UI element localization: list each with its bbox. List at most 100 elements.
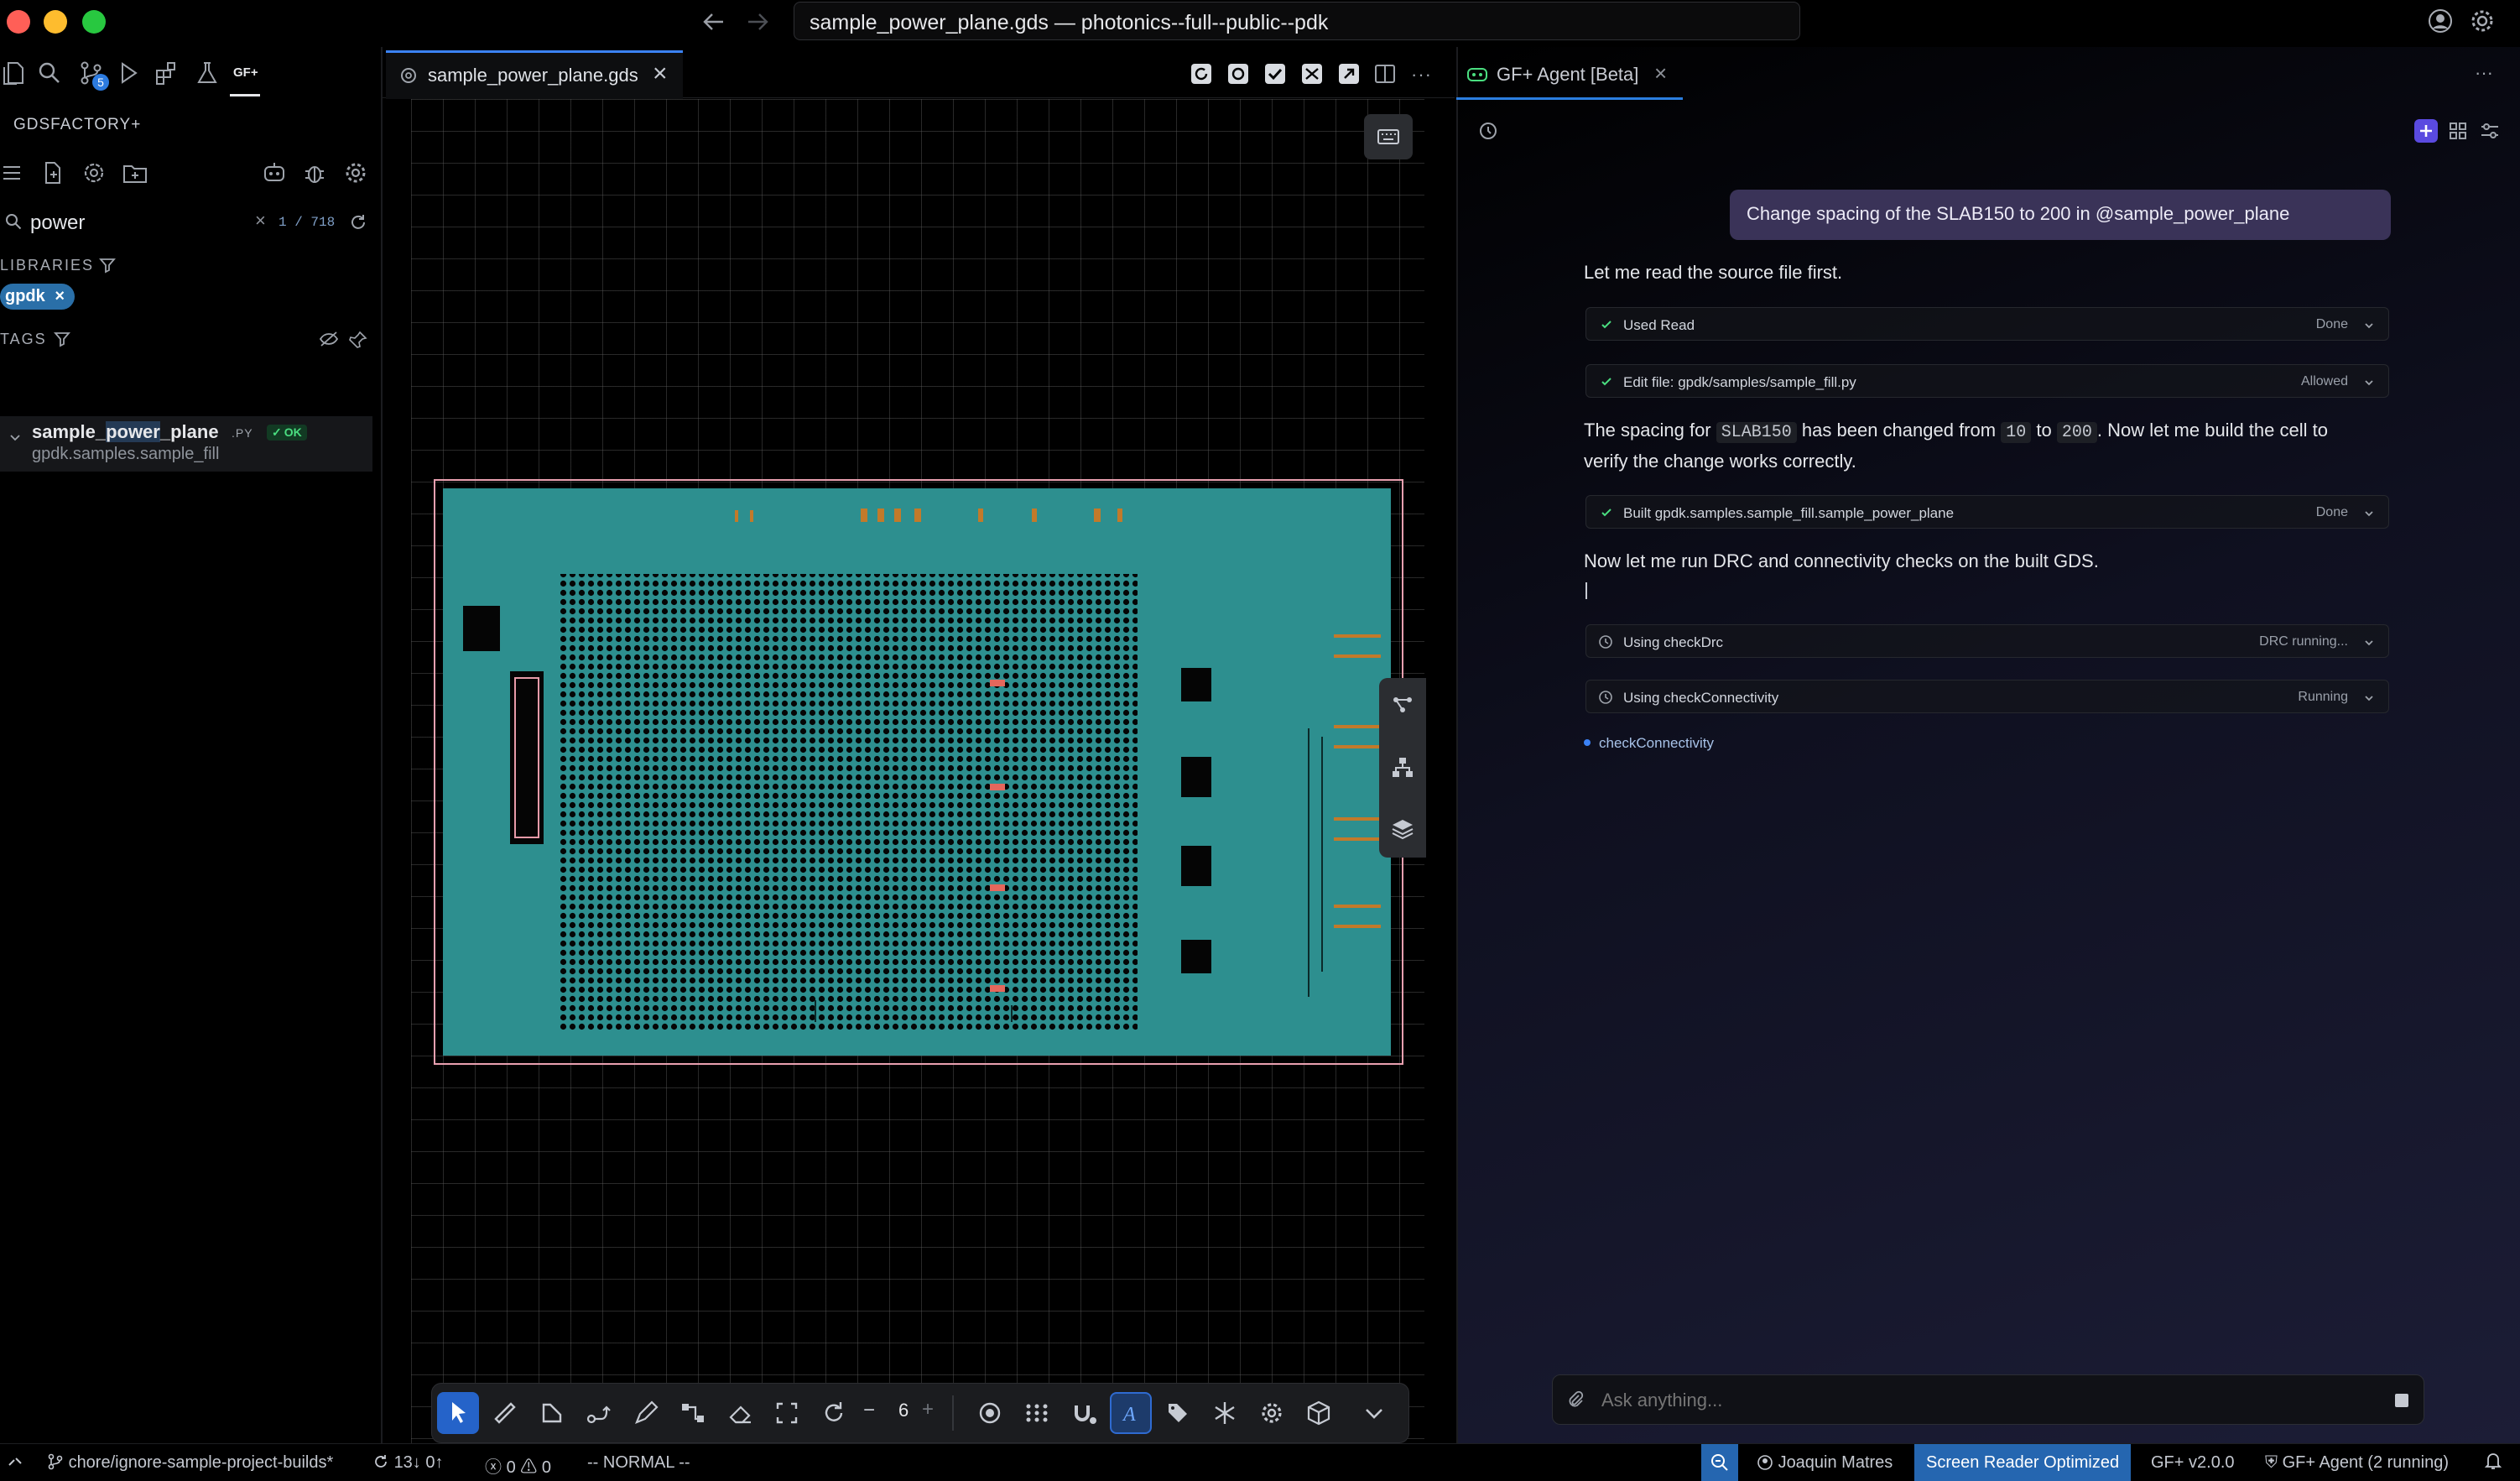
tree-item-sample-power-plane[interactable]: sample_power_plane .PY ✓ OK gpdk.samples.…: [0, 416, 372, 472]
layout-grid-icon[interactable]: [2448, 121, 2468, 141]
3d-view-button[interactable]: [1298, 1392, 1340, 1434]
run-debug-icon[interactable]: [117, 60, 144, 87]
tab-gf-agent[interactable]: GF+ Agent [Beta] ×: [1456, 50, 1683, 100]
layout-canvas[interactable]: [411, 99, 1424, 1443]
polygon-tool-button[interactable]: [531, 1392, 573, 1434]
component-module: gpdk.samples.sample_fill: [32, 445, 220, 463]
assistant-message-3: Now let me run DRC and connectivity chec…: [1584, 550, 2099, 571]
tool-call-build[interactable]: Built gpdk.samples.sample_fill.sample_po…: [1585, 495, 2389, 529]
agent-more-actions-icon[interactable]: ···: [2475, 62, 2493, 84]
run-checks-icon[interactable]: [1263, 62, 1287, 86]
extensions-icon[interactable]: [154, 60, 181, 87]
minimize-window-button[interactable]: [44, 10, 67, 34]
tab-label: sample_power_plane.gds: [428, 65, 638, 86]
tool-call-check-connectivity[interactable]: Using checkConnectivity Running: [1585, 680, 2389, 713]
rotate-button[interactable]: [813, 1392, 855, 1434]
agent-settings-sliders-icon[interactable]: [2480, 121, 2500, 141]
zoom-status-button[interactable]: [1701, 1444, 1738, 1481]
user-account-status[interactable]: Joaquin Matres: [1757, 1453, 1893, 1473]
back-arrow-icon[interactable]: [701, 10, 726, 34]
text-labels-toggle-button[interactable]: A: [1110, 1392, 1152, 1434]
agent-robot-icon[interactable]: [262, 161, 287, 185]
sync-status[interactable]: 13↓ 0↑: [372, 1453, 444, 1473]
chat-input[interactable]: [1600, 1387, 2358, 1414]
library-filter-pill[interactable]: gpdk ×: [0, 284, 75, 310]
new-chat-button[interactable]: [2414, 119, 2438, 143]
snowflake-button[interactable]: [1204, 1392, 1246, 1434]
tool-call-read[interactable]: Used Read Done: [1585, 307, 2389, 341]
tags-filter-icon[interactable]: [54, 331, 70, 347]
problems-status[interactable]: ⓧ 0 ⚠ 0: [485, 1453, 551, 1478]
canvas-settings-button[interactable]: [1251, 1392, 1293, 1434]
hide-tags-icon[interactable]: [319, 331, 339, 347]
keyboard-shortcuts-button[interactable]: [1364, 114, 1413, 159]
search-input[interactable]: [29, 210, 242, 237]
fit-view-icon[interactable]: [1226, 62, 1250, 86]
tool-call-check-drc[interactable]: Using checkDrc DRC running...: [1585, 624, 2389, 658]
eraser-tool-button[interactable]: [719, 1392, 761, 1434]
remove-pill-icon[interactable]: ×: [55, 287, 65, 305]
account-icon[interactable]: [2428, 8, 2453, 34]
layers-icon[interactable]: [1391, 817, 1414, 841]
open-external-icon[interactable]: [1337, 62, 1361, 86]
debug-bug-icon[interactable]: [304, 161, 325, 185]
select-tool-button[interactable]: [437, 1392, 479, 1434]
settings-gear-icon[interactable]: [2470, 8, 2495, 34]
git-branch-status[interactable]: chore/ignore-sample-project-builds*: [47, 1453, 333, 1473]
new-folder-icon[interactable]: [122, 161, 148, 185]
remote-icon[interactable]: [7, 1453, 23, 1470]
split-editor-icon[interactable]: [1374, 64, 1396, 84]
expand-toolbar-chevron-icon[interactable]: [1353, 1392, 1395, 1434]
refresh-icon[interactable]: [349, 213, 367, 232]
command-center[interactable]: sample_power_plane.gds — photonics--full…: [794, 2, 1800, 40]
close-tab-icon[interactable]: ×: [653, 60, 668, 88]
attach-paperclip-icon[interactable]: [1566, 1390, 1585, 1409]
testing-flask-icon[interactable]: [195, 60, 221, 87]
route-tool-button[interactable]: [578, 1392, 620, 1434]
notifications-bell-icon[interactable]: [2483, 1451, 2503, 1471]
netlist-icon[interactable]: [1300, 62, 1324, 86]
pencil-tool-button[interactable]: [625, 1392, 667, 1434]
more-actions-icon[interactable]: ···: [1411, 64, 1432, 86]
schematic-icon[interactable]: [1391, 693, 1414, 717]
close-agent-tab-icon[interactable]: ×: [1654, 60, 1667, 86]
record-button[interactable]: [969, 1392, 1011, 1434]
stop-generation-button[interactable]: [2395, 1394, 2408, 1407]
new-component-icon[interactable]: [82, 161, 106, 185]
zoom-decrement-button[interactable]: −: [863, 1399, 875, 1422]
snap-toggle-button[interactable]: [1063, 1392, 1105, 1434]
maximize-window-button[interactable]: [82, 10, 106, 34]
close-window-button[interactable]: [7, 10, 30, 34]
clear-search-icon[interactable]: ×: [255, 210, 266, 232]
tab-sample-power-plane-gds[interactable]: sample_power_plane.gds ×: [386, 50, 683, 99]
connect-tool-button[interactable]: [672, 1392, 714, 1434]
ruler-tool-button[interactable]: [484, 1392, 526, 1434]
tool-call-status: Done: [2315, 317, 2348, 331]
zoom-increment-button[interactable]: +: [922, 1398, 934, 1421]
pin-icon[interactable]: [349, 331, 367, 349]
chevron-down-icon[interactable]: [8, 431, 22, 445]
gf-plus-tab[interactable]: GF+: [233, 65, 258, 80]
grid-toggle-button[interactable]: [1016, 1392, 1058, 1434]
forward-arrow-icon[interactable]: [745, 10, 770, 34]
filter-funnel-icon[interactable]: [99, 257, 116, 274]
warning-icon: ⚠: [520, 1458, 538, 1477]
search-icon[interactable]: [37, 60, 64, 87]
reload-layout-icon[interactable]: [1190, 62, 1213, 86]
tag-button[interactable]: [1157, 1392, 1199, 1434]
explorer-icon[interactable]: [2, 60, 29, 87]
history-icon[interactable]: [1478, 121, 1498, 141]
sidebar-settings-icon[interactable]: [344, 161, 367, 185]
status-badge: ✓ OK: [267, 425, 307, 441]
source-control-icon[interactable]: 5: [79, 60, 109, 91]
tool-call-edit-file[interactable]: Edit file: gpdk/samples/sample_fill.py A…: [1585, 364, 2389, 398]
version-status[interactable]: GF+ v2.0.0: [2151, 1453, 2235, 1473]
agent-running-status[interactable]: ⛨ GF+ Agent (2 running): [2265, 1453, 2449, 1473]
new-file-icon[interactable]: [42, 161, 64, 185]
screen-reader-status[interactable]: Screen Reader Optimized: [1914, 1444, 2132, 1481]
zoom-value[interactable]: 6: [898, 1400, 909, 1421]
fit-screen-button[interactable]: [766, 1392, 808, 1434]
hierarchy-icon[interactable]: [1391, 755, 1414, 779]
file-extension-label: .PY: [232, 426, 253, 440]
list-view-icon[interactable]: [2, 163, 22, 183]
